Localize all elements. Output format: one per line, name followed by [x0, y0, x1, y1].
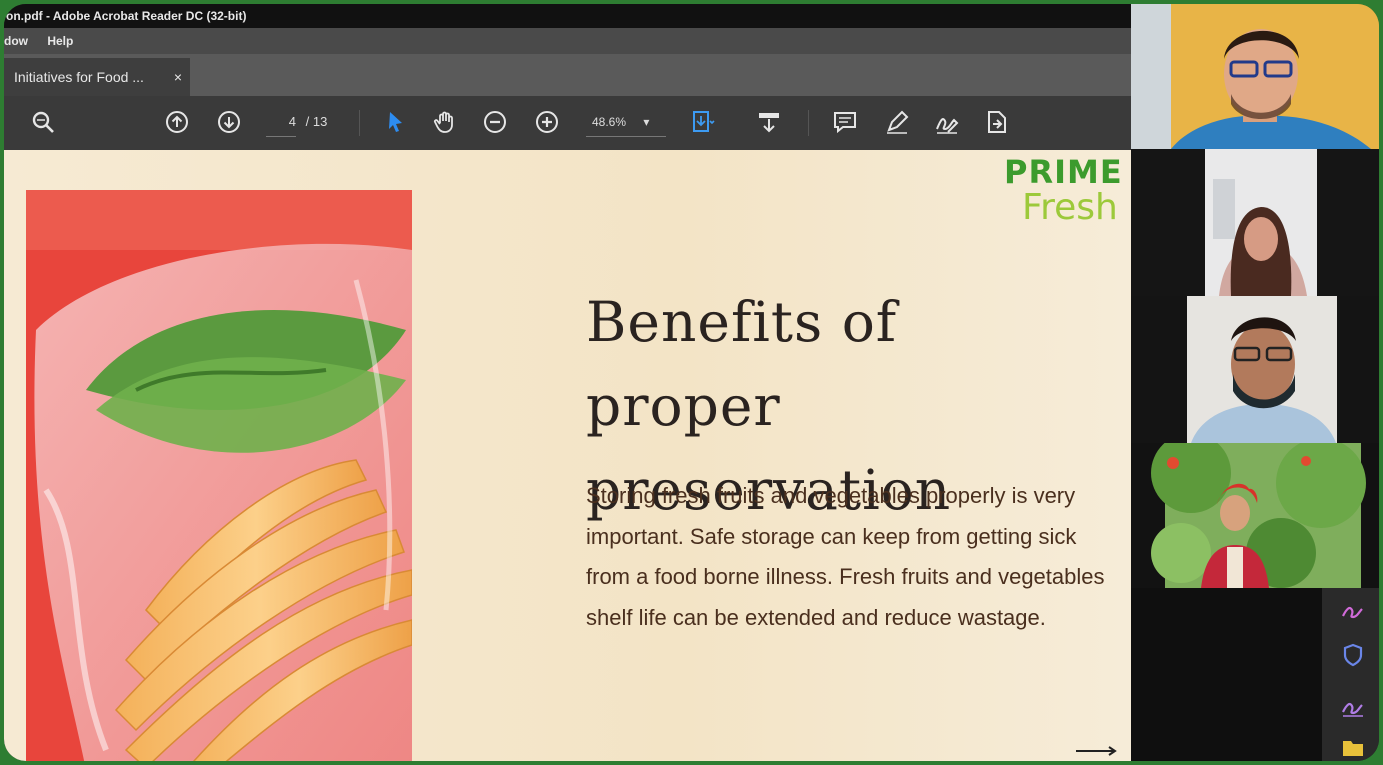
zoom-in-icon[interactable]: [532, 107, 562, 137]
empty-video-tile: [1131, 588, 1322, 761]
window-title: on.pdf - Adobe Acrobat Reader DC (32-bit…: [4, 4, 1133, 28]
next-arrow-icon: [1076, 746, 1117, 756]
document-tab[interactable]: Initiatives for Food ... ×: [4, 58, 190, 96]
screen-frame: on.pdf - Adobe Acrobat Reader DC (32-bit…: [4, 4, 1379, 761]
logo-line-1: PRIME: [1004, 153, 1123, 191]
menu-window[interactable]: dow: [4, 34, 28, 48]
share-icon[interactable]: [982, 107, 1012, 137]
menu-bar: dow Help: [4, 28, 1131, 54]
close-icon[interactable]: ×: [174, 58, 182, 96]
prime-fresh-logo: PRIME Fresh: [1004, 154, 1131, 234]
hand-icon[interactable]: [430, 107, 460, 137]
page-current[interactable]: 4: [266, 108, 296, 137]
toolbar-divider: [808, 110, 809, 136]
carrots-in-bag-photo: [26, 190, 412, 761]
pdf-page[interactable]: PRIME Fresh Benefits of proper preservat…: [4, 150, 1131, 761]
page-total: / 13: [305, 114, 328, 129]
page-down-icon[interactable]: [214, 107, 244, 137]
page-fit-icon[interactable]: [688, 107, 718, 137]
shield-icon[interactable]: [1340, 642, 1366, 668]
document-tab-bar: Initiatives for Food ... ×: [4, 54, 1131, 96]
search-icon[interactable]: [28, 107, 58, 137]
slide-body-text: Storing fresh fruits and vegetables prop…: [586, 483, 1105, 630]
acrobat-window: on.pdf - Adobe Acrobat Reader DC (32-bit…: [4, 4, 1133, 761]
zoom-level: 48.6%: [592, 115, 627, 129]
participant-video-2[interactable]: [1131, 149, 1379, 296]
annotate-pen-icon[interactable]: [1340, 596, 1366, 622]
folder-icon[interactable]: [1340, 734, 1366, 760]
side-tools-panel: [1322, 588, 1379, 761]
toolbar-divider: [359, 110, 360, 136]
participant-video-4[interactable]: [1131, 443, 1379, 588]
sign-icon[interactable]: [932, 107, 962, 137]
participant-video-3[interactable]: [1131, 296, 1379, 443]
comment-icon[interactable]: [830, 107, 860, 137]
select-arrow-icon[interactable]: [380, 107, 410, 137]
zoom-level-field[interactable]: 48.6% ▾: [586, 108, 666, 137]
toolbar: 4 / 13 48.6% ▾: [4, 96, 1131, 150]
chevron-down-icon[interactable]: ▾: [643, 115, 649, 129]
scroll-mode-icon[interactable]: [754, 107, 784, 137]
highlight-pen-icon[interactable]: [882, 107, 912, 137]
logo-line-2: Fresh: [1022, 187, 1118, 228]
menu-help[interactable]: Help: [47, 34, 73, 48]
zoom-out-icon[interactable]: [480, 107, 510, 137]
page-up-icon[interactable]: [162, 107, 192, 137]
participant-video-1[interactable]: [1131, 4, 1379, 149]
signature-icon[interactable]: [1340, 692, 1366, 718]
page-number-field[interactable]: 4 / 13: [266, 108, 346, 137]
document-tab-label: Initiatives for Food ...: [14, 69, 144, 85]
